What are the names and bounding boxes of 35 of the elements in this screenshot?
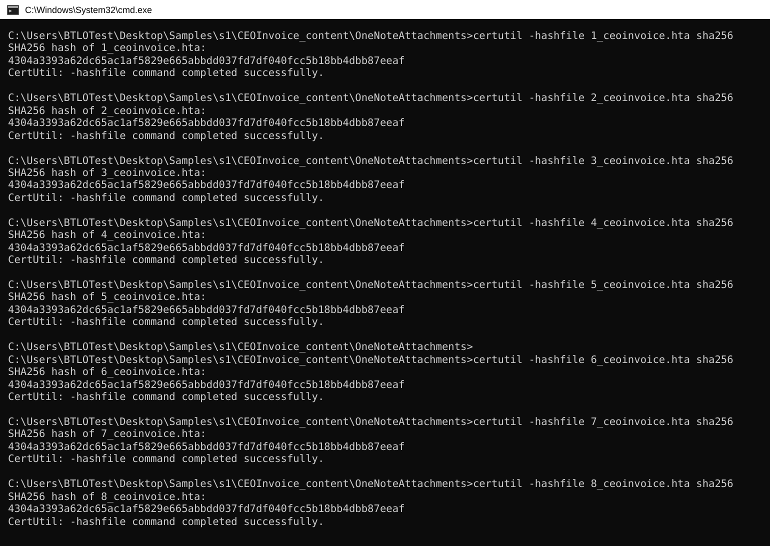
console-line: C:\Users\BTLOTest\Desktop\Samples\s1\CEOInvoice_content\OneNoteAttachments>certutil -hashfile 1_ceoinvoice.hta sha256: [8, 30, 734, 42]
console-line: CertUtil: -hashfile command completed successfully.: [8, 192, 324, 204]
console-line: C:\Users\BTLOTest\Desktop\Samples\s1\CEOInvoice_content\OneNoteAttachments>certutil -hashfile 8_ceoinvoice.hta sha256: [8, 478, 734, 491]
console-line: SHA256 hash of 8_ceoinvoice.hta:: [8, 490, 206, 504]
console-line: C:\Users\BTLOTest\Desktop\Samples\s1\CEOInvoice_content\OneNoteAttachments>: [8, 341, 473, 354]
console-line: 4304a3393a62dc65ac1af5829e665abbdd037fd7df040fcc5b18bb4dbb87eeaf: [8, 440, 405, 454]
console-line: C:\Users\BTLOTest\Desktop\Samples\s1\CEOInvoice_content\OneNoteAttachments>certutil -hashfile 7_ceoinvoice.hta sha256: [8, 416, 734, 428]
console-line: C:\Users\BTLOTest\Desktop\Samples\s1\CEOInvoice_content\OneNoteAttachments>certutil -hashfile 2_ceoinvoice.hta sha256: [8, 92, 734, 105]
console-line: C:\Users\BTLOTest\Desktop\Samples\s1\CEOInvoice_content\OneNoteAttachments>certutil -hashfile 3_ceoinvoice.hta sha256: [8, 154, 734, 167]
console-line: CertUtil: -hashfile command completed successfully.: [8, 316, 324, 329]
console-line: CertUtil: -hashfile command completed successfully.: [8, 453, 324, 466]
console-line: C:\Users\BTLOTest\Desktop\Samples\s1\CEOInvoice_content\OneNoteAttachments>certutil -hashfile 4_ceoinvoice.hta sha256: [8, 216, 734, 230]
console-line: 4304a3393a62dc65ac1af5829e665abbdd037fd7df040fcc5b18bb4dbb87eeaf: [8, 503, 405, 516]
console-line: SHA256 hash of 5_ceoinvoice.hta:: [8, 291, 206, 304]
console-icon: [7, 4, 19, 14]
console-line: 4304a3393a62dc65ac1af5829e665abbdd037fd7df040fcc5b18bb4dbb87eeaf: [8, 54, 405, 68]
window-title: C:\Windows\System32\cmd.exe: [25, 4, 152, 14]
console-line: 4304a3393a62dc65ac1af5829e665abbdd037fd7df040fcc5b18bb4dbb87eeaf: [8, 117, 405, 130]
console-line: 4304a3393a62dc65ac1af5829e665abbdd037fd7df040fcc5b18bb4dbb87eeaf: [8, 242, 405, 254]
console-line: SHA256 hash of 6_ceoinvoice.hta:: [8, 366, 206, 379]
console-line: SHA256 hash of 1_ceoinvoice.hta:: [8, 42, 206, 55]
console-line: C:\Users\BTLOTest\Desktop\Samples\s1\CEOInvoice_content\OneNoteAttachments>certutil -hashfile 6_ceoinvoice.hta sha256: [8, 354, 734, 366]
console-line: SHA256 hash of 2_ceoinvoice.hta:: [8, 104, 206, 118]
console-line: CertUtil: -hashfile command completed successfully.: [8, 130, 324, 142]
console-line: 4304a3393a62dc65ac1af5829e665abbdd037fd7df040fcc5b18bb4dbb87eeaf: [8, 179, 405, 192]
console-line: SHA256 hash of 4_ceoinvoice.hta:: [8, 229, 206, 242]
console-line: C:\Users\BTLOTest\Desktop\Samples\s1\CEOInvoice_content\OneNoteAttachments>certutil -hashfile 5_ceoinvoice.hta sha256: [8, 279, 734, 292]
console-line: CertUtil: -hashfile command completed successfully.: [8, 67, 324, 80]
console-line: 4304a3393a62dc65ac1af5829e665abbdd037fd7df040fcc5b18bb4dbb87eeaf: [8, 378, 405, 392]
console-line: CertUtil: -hashfile command completed successfully.: [8, 254, 324, 267]
console-line: CertUtil: -hashfile command completed successfully.: [8, 391, 324, 404]
console-line: SHA256 hash of 3_ceoinvoice.hta:: [8, 166, 206, 180]
console-line: CertUtil: -hashfile command completed successfully.: [8, 516, 324, 528]
console-line: SHA256 hash of 7_ceoinvoice.hta:: [8, 428, 206, 441]
console-line: 4304a3393a62dc65ac1af5829e665abbdd037fd7df040fcc5b18bb4dbb87eeaf: [8, 304, 405, 316]
